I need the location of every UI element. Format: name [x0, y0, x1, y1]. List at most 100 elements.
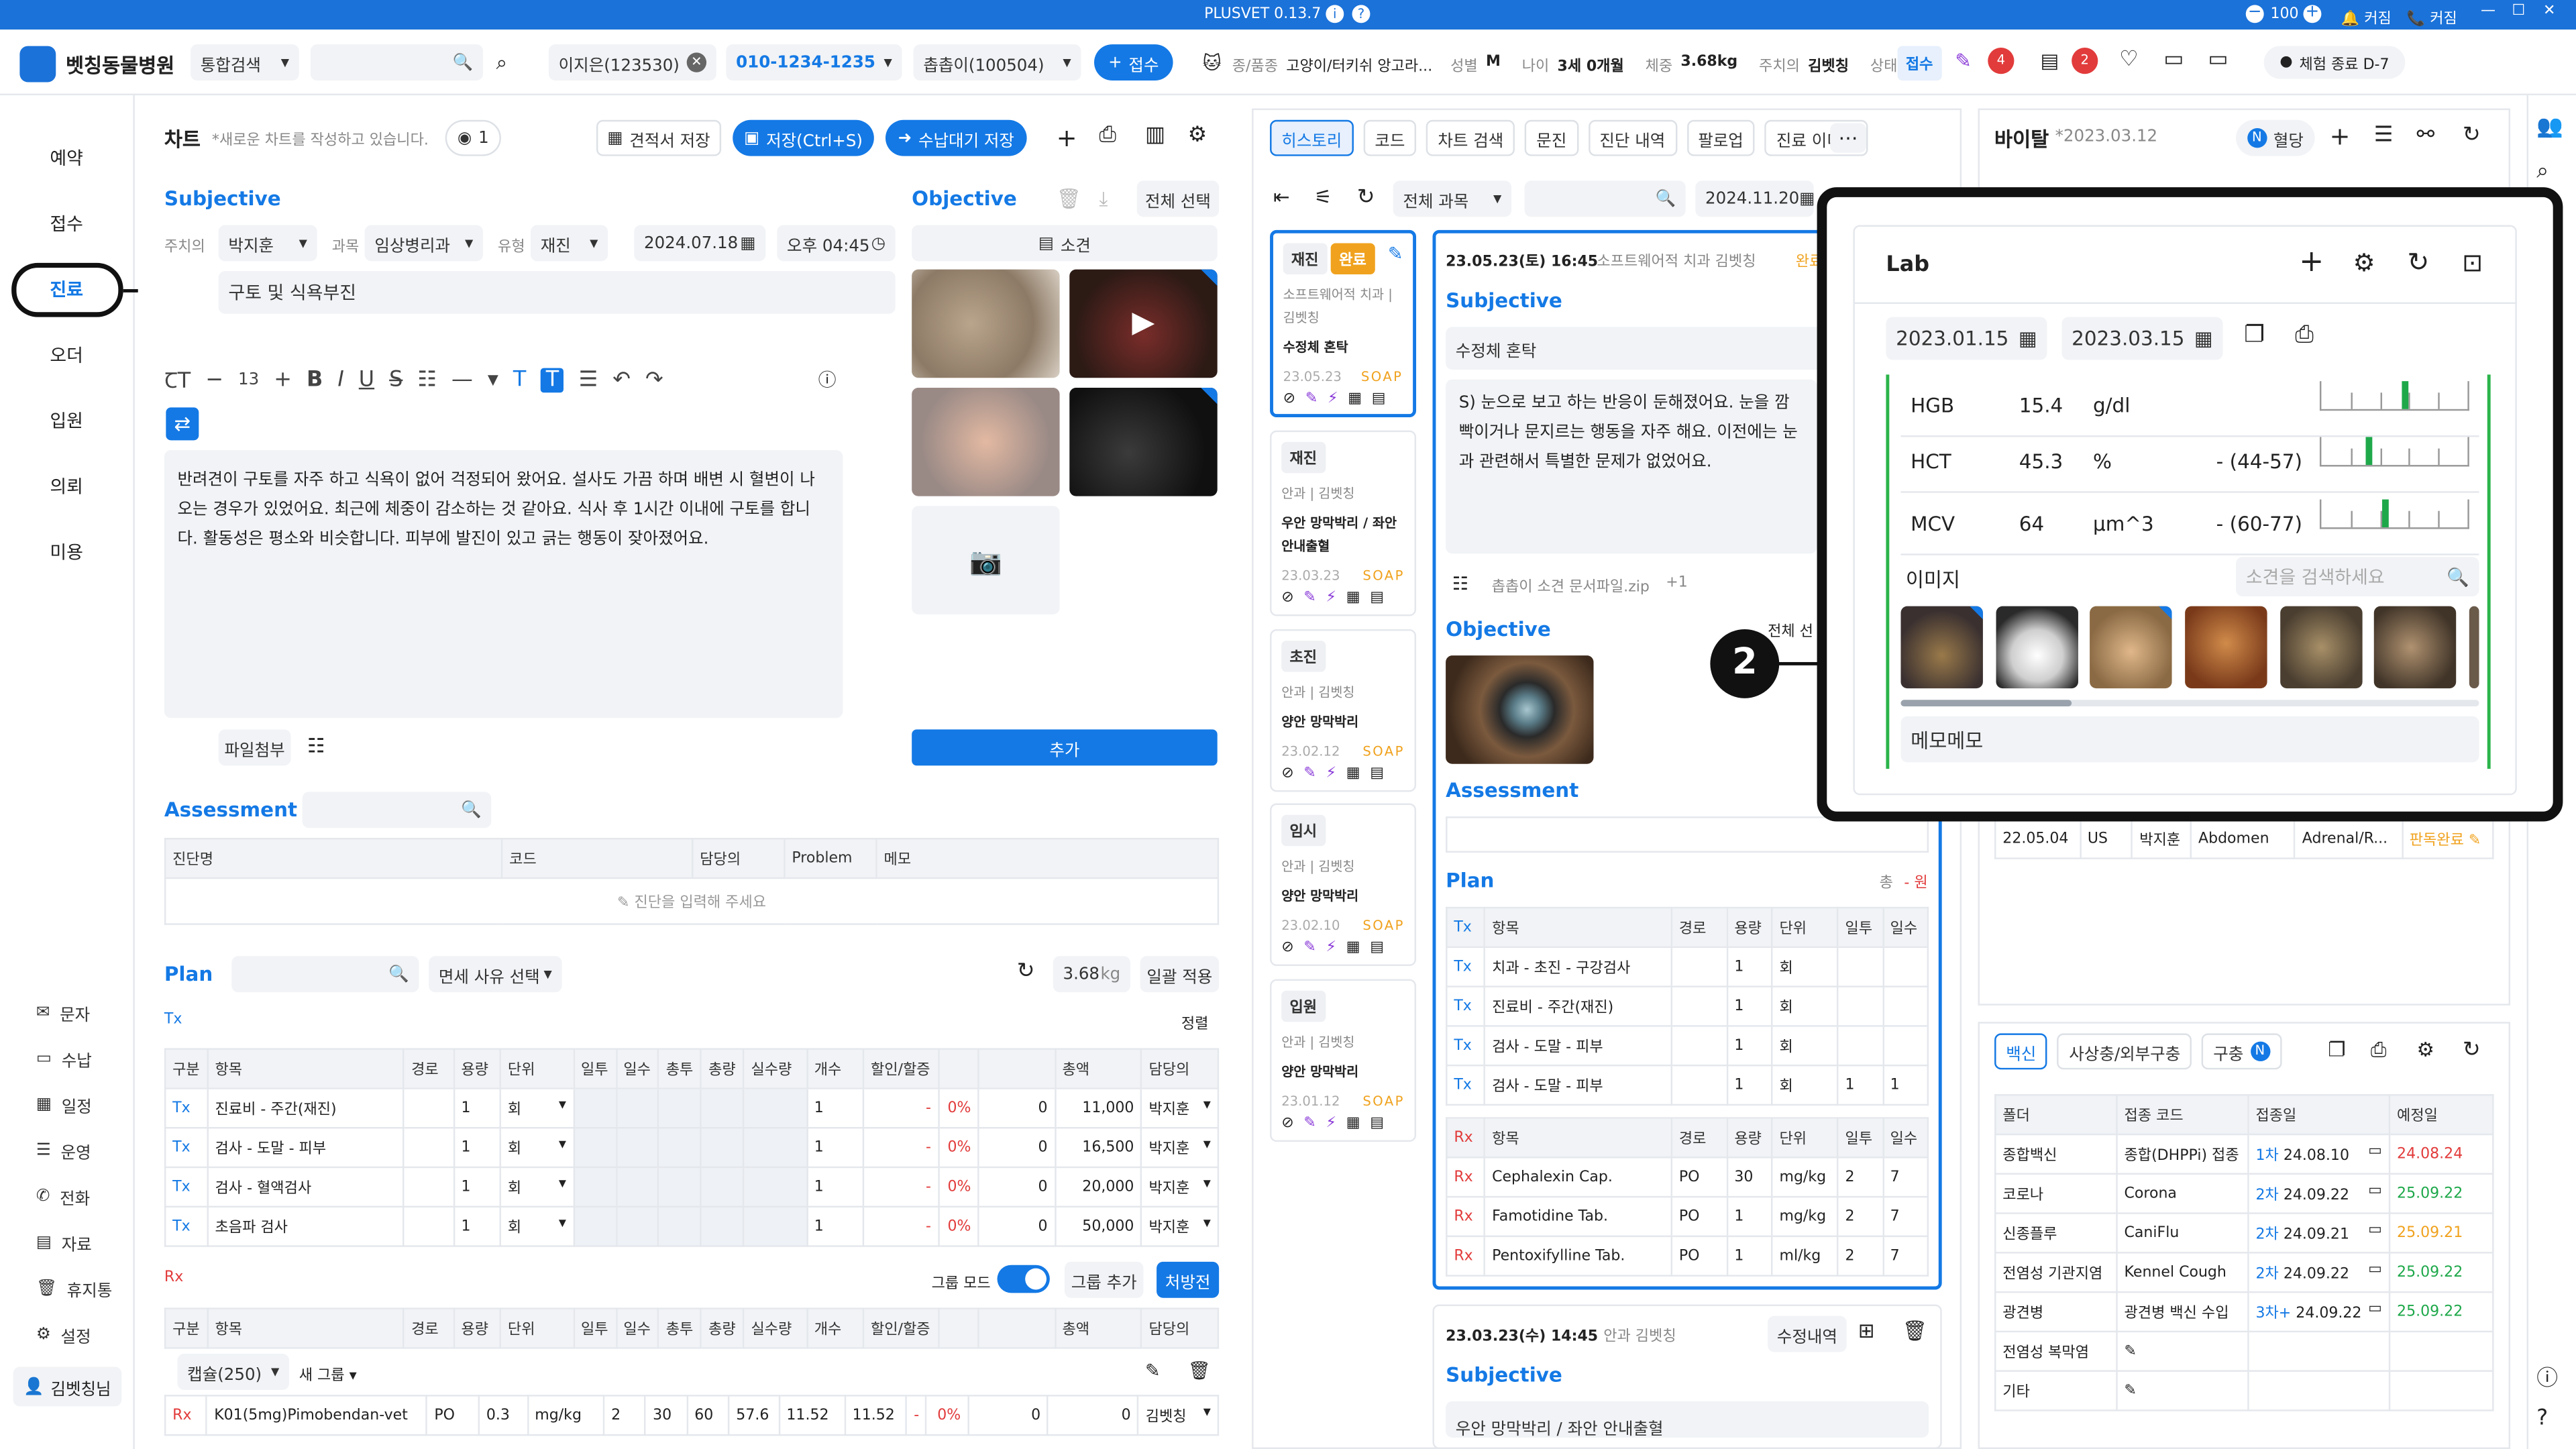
chief-complaint-input[interactable]: 구토 및 식욕부진 — [218, 271, 896, 314]
plan-weight-field[interactable]: 3.68 kg — [1053, 956, 1130, 993]
nav-item-inpatient[interactable]: 입원 — [0, 388, 133, 453]
tab-history-1[interactable]: 코드 — [1363, 119, 1417, 156]
undo-icon[interactable]: ↶ — [612, 367, 631, 392]
clock-icon[interactable]: ◷ — [871, 234, 885, 252]
info-icon[interactable]: i — [1326, 5, 1344, 23]
tax-exempt-select[interactable]: 면세 사유 선택 ▾ — [429, 956, 562, 993]
patient-icon[interactable]: 👥 — [2536, 115, 2563, 140]
card-icon[interactable]: ▭ — [2368, 1183, 2382, 1199]
plus-icon[interactable]: + — [1057, 123, 1077, 153]
mouth-video[interactable]: ▶ — [1069, 269, 1218, 378]
viewers-badge[interactable]: ◉ 1 — [445, 119, 501, 156]
tab-history-2[interactable]: 차트 검색 — [1426, 119, 1515, 156]
teeth-photo[interactable] — [1069, 387, 1218, 496]
table-row[interactable]: Tx 검사 - 혈액검사 1 회 ▾ 1-0% 0 20,000 박지훈 ▾ — [164, 1166, 1220, 1208]
status-badge[interactable]: 접수 — [1897, 46, 1941, 80]
search-input[interactable]: 🔍 — [310, 44, 483, 80]
more-icon[interactable]: ⋯ — [1830, 123, 1867, 153]
table-row[interactable]: 기타 ✎ — [1994, 1370, 2494, 1411]
plus-icon[interactable]: + — [274, 367, 292, 392]
patient-search-icon[interactable]: ⌕ — [496, 51, 507, 76]
pin-icon[interactable]: ✎ — [2125, 1343, 2137, 1359]
gear-icon[interactable]: ⚙ — [2416, 1038, 2434, 1061]
chevron-down-icon[interactable]: ▾ — [1203, 1405, 1211, 1421]
table-row[interactable]: 전염성 복막염 ✎ — [1994, 1330, 2494, 1372]
subjective-note[interactable]: 반려견이 구토를 자주 하고 식욕이 없어 걱정되어 왔어요. 설사도 가끔 하… — [164, 450, 843, 718]
italic-icon[interactable]: I — [337, 367, 343, 392]
phone-select[interactable]: 010-1234-1235 ▾ — [726, 44, 902, 80]
lab-from-date[interactable]: 2023.01.15 ▦ — [1886, 317, 2047, 360]
search-icon[interactable]: 🔍 — [453, 54, 473, 72]
glucose-toggle[interactable]: N 혈당 — [2236, 119, 2315, 156]
folder-icon[interactable]: ▭ — [2163, 48, 2184, 72]
nav-item-phone[interactable]: ✆ 전화 — [0, 1173, 135, 1220]
trash-icon[interactable]: 🗑 — [1188, 1360, 1211, 1382]
assessment-search[interactable]: 🔍 — [302, 792, 492, 828]
card-icon[interactable]: ▭ — [2368, 1222, 2382, 1238]
download-icon[interactable]: ⤓ — [1099, 187, 1108, 212]
text-bg-icon[interactable]: T — [541, 367, 564, 392]
chevron-down-icon[interactable]: ▾ — [1203, 1216, 1211, 1232]
pet-select[interactable]: 촙촙이(100504) ▾ — [913, 44, 1081, 80]
refresh-icon[interactable]: ↻ — [1357, 186, 1375, 211]
edit-icon[interactable]: ✎ — [1145, 1360, 1161, 1382]
table-row[interactable]: 전염성 기관지염 Kennel Cough 2차 24.09.22 ▭ 25.09… — [1994, 1252, 2494, 1293]
patient-name-field[interactable]: 이지은(123530) ✕ — [548, 44, 716, 80]
add-image-icon[interactable]: ⊞ — [1858, 1320, 1875, 1342]
text-color-icon[interactable]: T — [513, 367, 526, 392]
print-icon[interactable]: ⎙ — [2371, 1038, 2387, 1063]
zoom-out-icon[interactable]: − — [2245, 4, 2264, 23]
add-button[interactable]: 추가 — [912, 729, 1218, 766]
chevron-down-icon[interactable]: ▾ — [1203, 1097, 1211, 1114]
notice-toggle[interactable]: 🔔 커짐 — [2341, 7, 2392, 28]
table-row[interactable]: 신종플루 CaniFlu 2차 24.09.21 ▭ 25.09.21 — [1994, 1212, 2494, 1254]
search-icon[interactable]: 🔍 — [388, 965, 409, 983]
pin-icon[interactable]: ✎ — [2125, 1383, 2137, 1399]
lab-image[interactable] — [1996, 606, 2078, 689]
chevron-down-icon[interactable]: ▾ — [1203, 1176, 1211, 1192]
table-row[interactable]: Rx Cephalexin Cap. PO 30 mg/kg 2 7 — [1446, 1157, 1929, 1198]
save-button[interactable]: ▣ 저장(Ctrl+S) — [733, 119, 874, 156]
pin-icon[interactable]: ✎ — [2464, 833, 2481, 849]
tab-history-3[interactable]: 문진 — [1525, 119, 1578, 156]
table-row[interactable]: Tx 검사 - 도말 - 피부 1 회 1 1 — [1446, 1064, 1929, 1106]
chevron-down-icon[interactable]: ▾ — [488, 367, 498, 392]
attach-button[interactable]: 파일첨부 — [218, 729, 291, 766]
trial-badge[interactable]: ● 체험 종료 D-7 — [2263, 46, 2406, 79]
table-row[interactable]: Rx Pentoxifylline Tab. PO 1 ml/kg 2 7 — [1446, 1235, 1929, 1277]
edit-history-button[interactable]: 수정내역 — [1768, 1316, 1847, 1352]
print-icon[interactable]: ⎙ — [1099, 123, 1116, 148]
tab-history-0[interactable]: 히스토리 — [1270, 119, 1354, 156]
nav-item-message[interactable]: ✉ 문자 — [0, 989, 135, 1035]
chevron-down-icon[interactable]: ▾ — [559, 1176, 566, 1192]
search-icon[interactable]: 🔍 — [1655, 190, 1675, 208]
lab-memo[interactable]: 메모메모 — [1900, 716, 2479, 763]
lab-image[interactable] — [2373, 606, 2457, 689]
minimize-icon[interactable]: — — [2481, 3, 2496, 19]
gear-icon[interactable]: ⚙ — [2345, 243, 2384, 282]
copy-icon[interactable]: ❐ — [2328, 1038, 2345, 1061]
user-chip[interactable]: 👤 김벳칭님 — [13, 1366, 122, 1407]
sort-link[interactable]: 정렬 — [1181, 1012, 1209, 1033]
nav-item-operation[interactable]: ☰ 운영 — [0, 1127, 135, 1173]
heart-icon[interactable]: ♡ — [2119, 48, 2139, 72]
plus-icon[interactable]: + — [2292, 243, 2331, 282]
apply-all-button[interactable]: 일괄 적용 — [1140, 956, 1220, 993]
camera-upload[interactable]: 📷 — [912, 506, 1060, 614]
eye-photo[interactable] — [1446, 655, 1594, 764]
chart-icon[interactable]: ⚯ — [2416, 123, 2434, 148]
table-row[interactable]: Tx 초음파 검사 1 회 ▾ 1-0% 0 50,000 박지훈 ▾ — [164, 1205, 1220, 1247]
table-row[interactable]: Tx 진료비 - 주간(재진) 1 회 — [1446, 985, 1929, 1027]
dept-select[interactable]: 임상병리과 ▾ — [364, 225, 483, 262]
prescription-button[interactable]: 처방전 — [1157, 1261, 1220, 1298]
print-icon[interactable]: ⎙ — [2295, 322, 2313, 348]
nav-item-data[interactable]: ▤ 자료 — [0, 1219, 135, 1265]
tab-heartworm[interactable]: 사상충/외부구충 — [2057, 1033, 2192, 1070]
lab-image[interactable] — [2469, 606, 2479, 689]
table-row[interactable]: Tx 검사 - 도말 - 피부 1 회 — [1446, 1025, 1929, 1067]
tab-history-4[interactable]: 진단 내역 — [1588, 119, 1677, 156]
lab-image-scrollbar[interactable] — [1900, 700, 2479, 707]
date-field[interactable]: 2024.07.18 ▦ — [634, 225, 766, 262]
refresh-icon[interactable]: ↻ — [2399, 243, 2438, 282]
copy-icon[interactable]: ❐ — [2244, 322, 2265, 348]
